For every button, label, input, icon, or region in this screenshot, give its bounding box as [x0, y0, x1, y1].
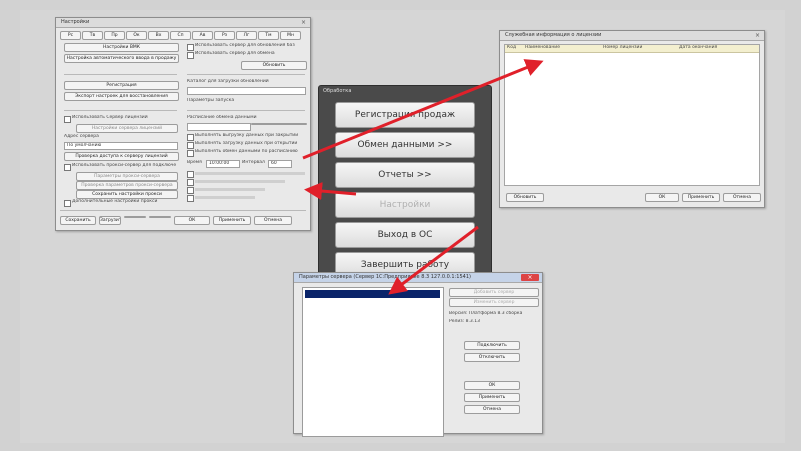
annotation-arrows	[302, 59, 544, 295]
arrow-to-license-window	[302, 59, 544, 160]
desktop: Настройки × Рс Тв Пр Ок Вх Сп Ав Рз Лг Тм Мн Настр…	[0, 0, 801, 451]
arrow-to-server-window	[388, 225, 479, 295]
arrow-to-settings-window	[304, 182, 357, 201]
